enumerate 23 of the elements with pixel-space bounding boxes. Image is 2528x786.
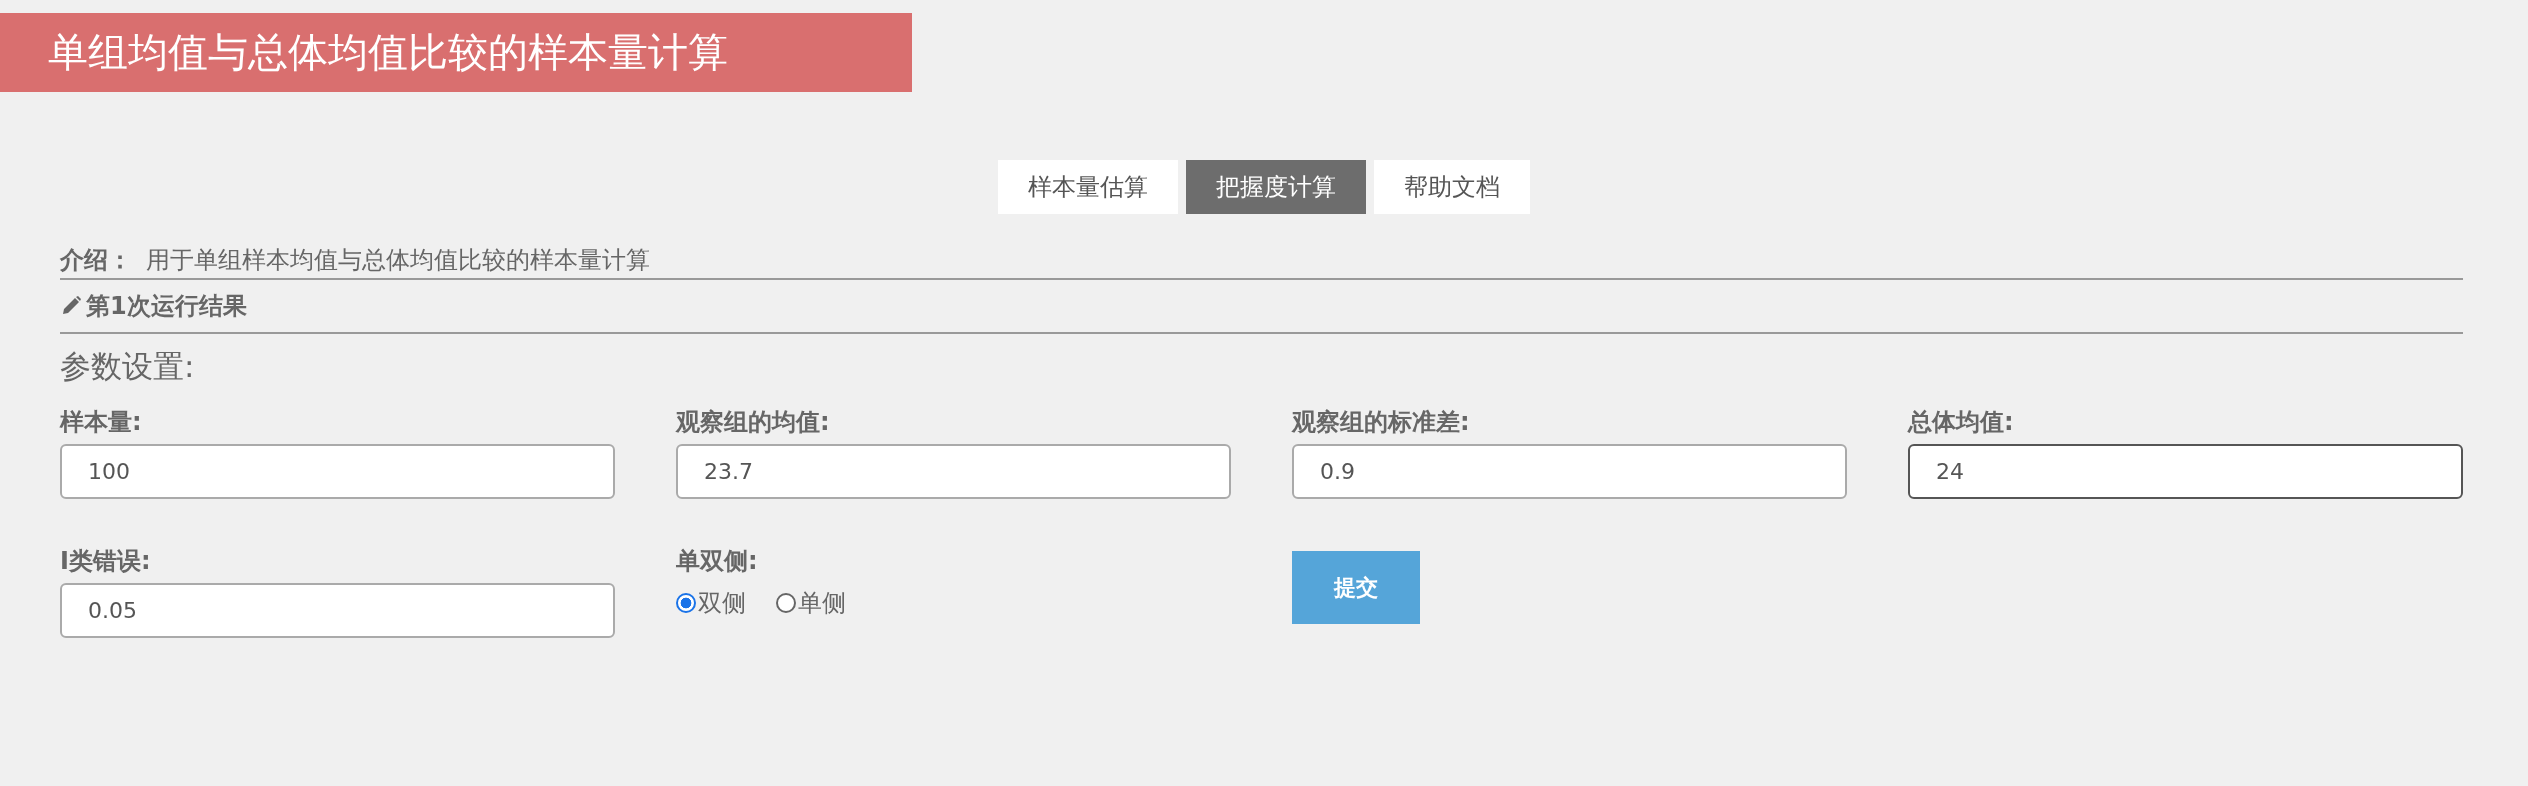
input-field[interactable]: 23.7: [676, 444, 1231, 499]
input-field[interactable]: 100: [60, 444, 615, 499]
section-title: 参数设置:: [60, 347, 195, 386]
tab[interactable]: 帮助文档: [1374, 160, 1530, 214]
page-title: 单组均值与总体均值比较的样本量计算: [0, 13, 912, 92]
radio-button[interactable]: [676, 593, 696, 613]
radio-option[interactable]: 单侧: [776, 587, 846, 619]
result-title: 第1次运行结果: [86, 291, 247, 322]
tab[interactable]: 样本量估算: [998, 160, 1178, 214]
field-label: Ⅰ类错误:: [60, 546, 151, 577]
field-label: 样本量:: [60, 407, 142, 438]
intro-text: 介绍： 用于单组样本均值与总体均值比较的样本量计算: [60, 245, 651, 276]
field-label: 观察组的均值:: [676, 407, 830, 438]
pencil-icon: [60, 295, 82, 317]
input-field[interactable]: 0.05: [60, 583, 615, 638]
radio-button[interactable]: [776, 593, 796, 613]
field-label: 观察组的标准差:: [1292, 407, 1470, 438]
field-label: 总体均值:: [1908, 407, 2014, 438]
input-field[interactable]: 0.9: [1292, 444, 1847, 499]
tab[interactable]: 把握度计算: [1186, 160, 1366, 214]
radio-option[interactable]: 双侧: [676, 587, 746, 619]
field-label: 单双侧:: [676, 546, 758, 577]
input-field[interactable]: 24: [1908, 444, 2463, 499]
